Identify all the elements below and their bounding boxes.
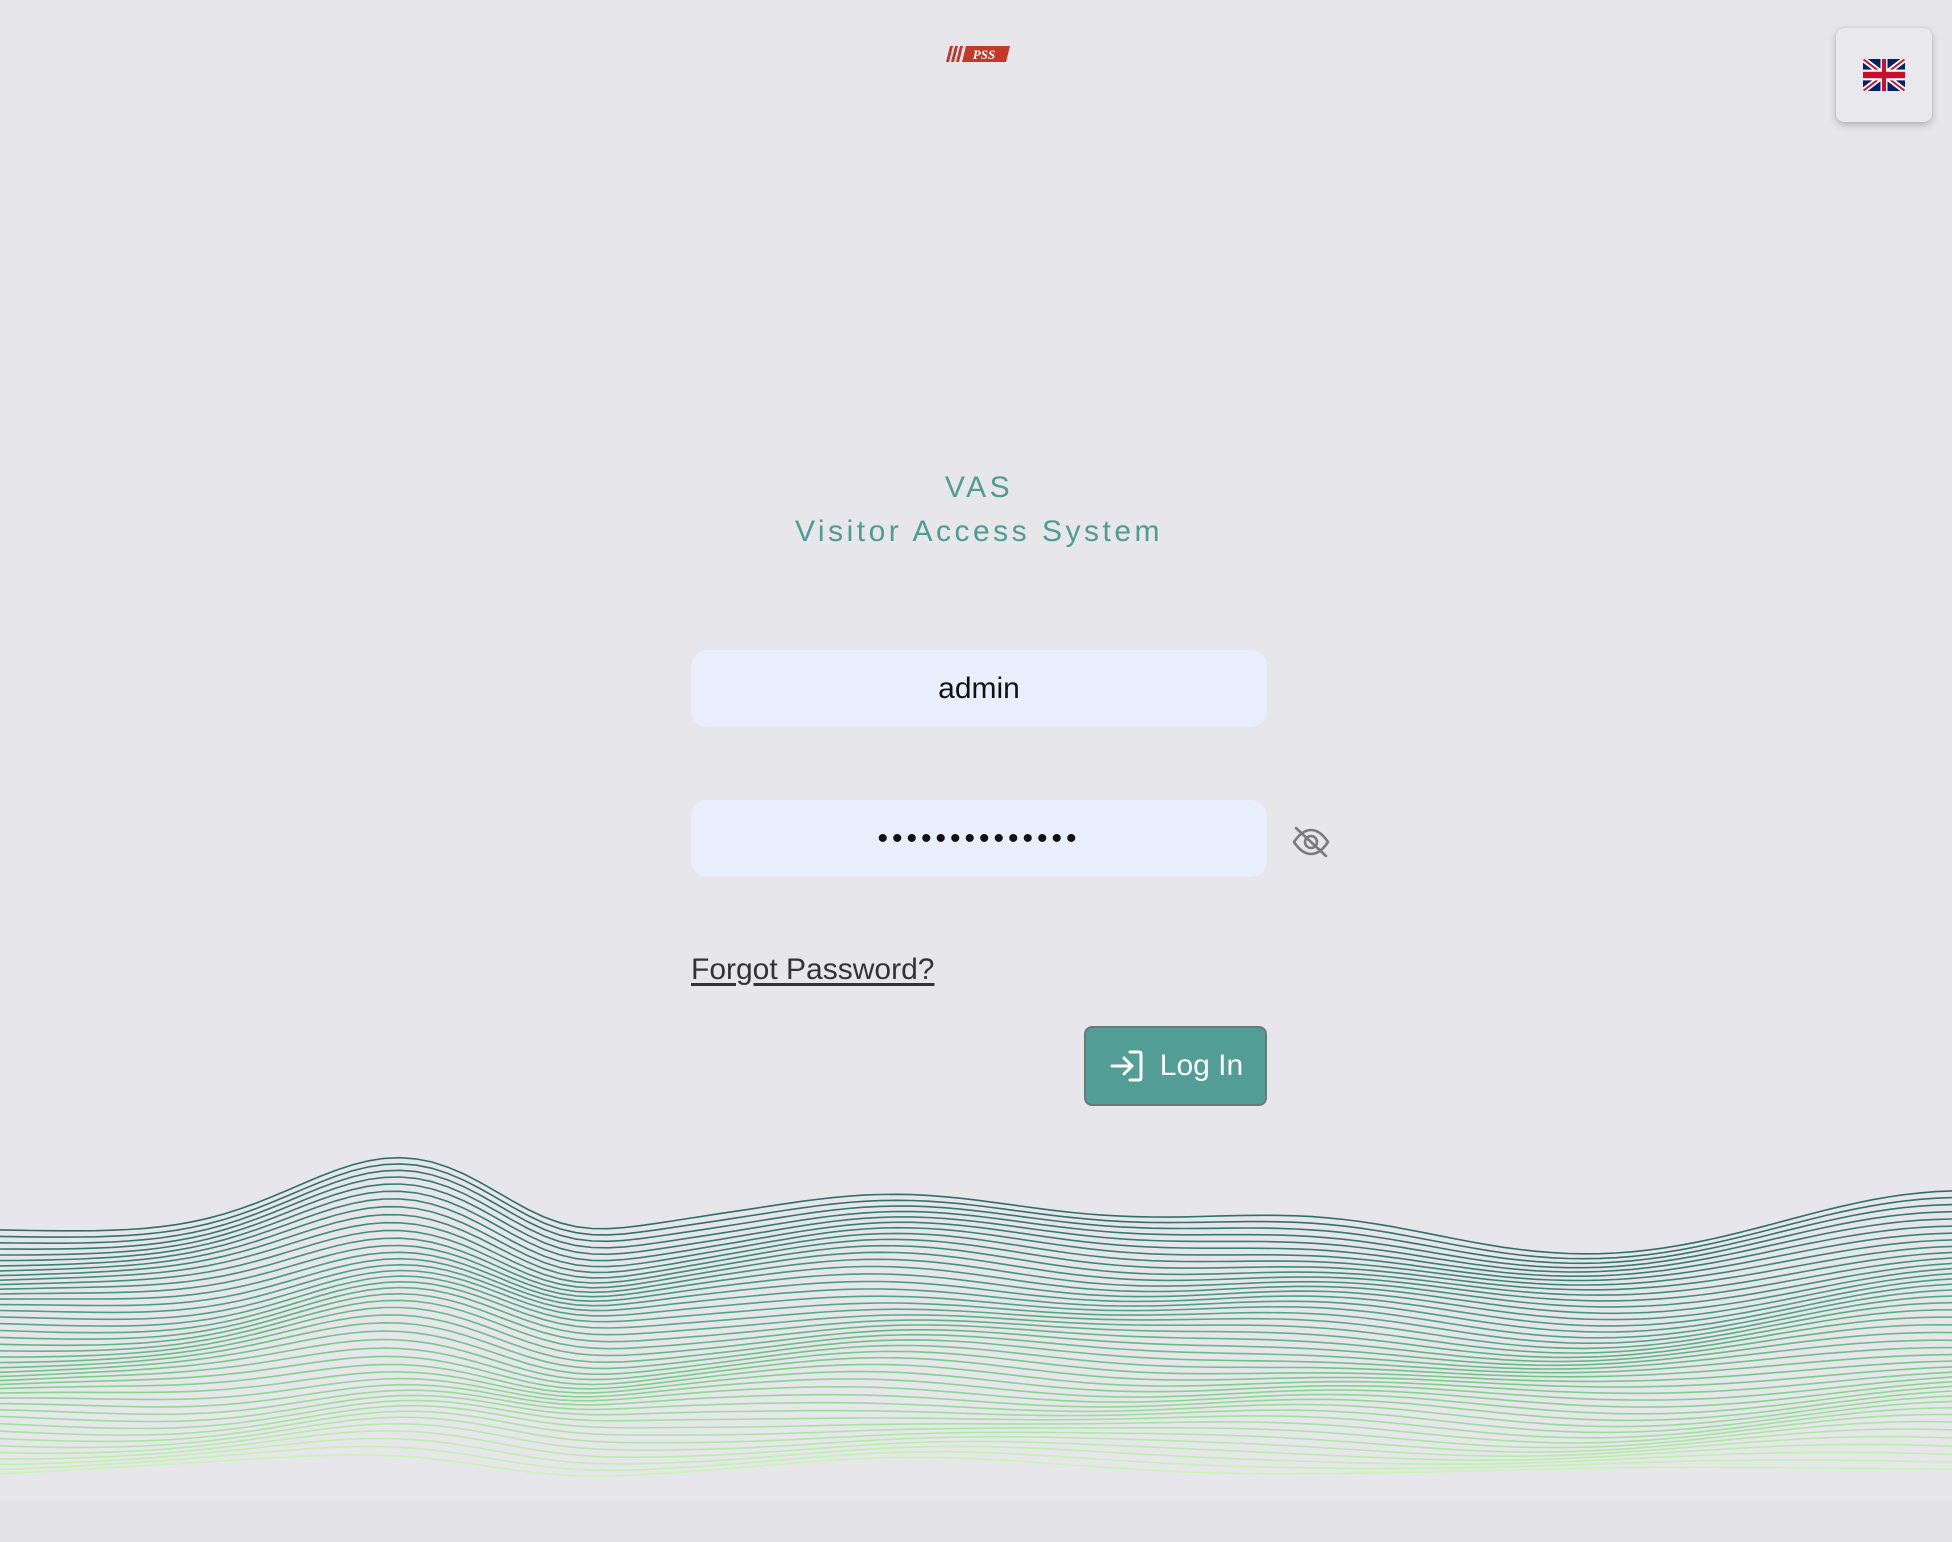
app-full-title: Visitor Access System xyxy=(794,515,1164,548)
footer-strip xyxy=(0,1502,1952,1542)
uk-flag-icon xyxy=(1863,59,1905,91)
wave-line xyxy=(0,1330,1952,1378)
wave-line xyxy=(0,1280,1952,1350)
toggle-password-visibility-button[interactable] xyxy=(1290,822,1332,862)
forgot-password-link[interactable]: Forgot Password? xyxy=(691,953,934,987)
password-input[interactable] xyxy=(691,800,1267,877)
language-selector-button[interactable] xyxy=(1836,28,1932,122)
login-button-label: Log In xyxy=(1159,1049,1244,1082)
username-input[interactable] xyxy=(691,650,1267,727)
pss-logo: PSS xyxy=(946,46,1010,62)
log-in-icon xyxy=(1110,1050,1143,1082)
logo-text: PSS xyxy=(973,47,995,62)
app-short-title: VAS xyxy=(944,471,1014,504)
wave-line xyxy=(0,1389,1952,1428)
decorative-wave-lines xyxy=(0,1156,1952,1477)
eye-off-icon xyxy=(1292,826,1330,858)
wave-line xyxy=(0,1454,1952,1477)
login-button[interactable]: Log In xyxy=(1084,1026,1267,1106)
